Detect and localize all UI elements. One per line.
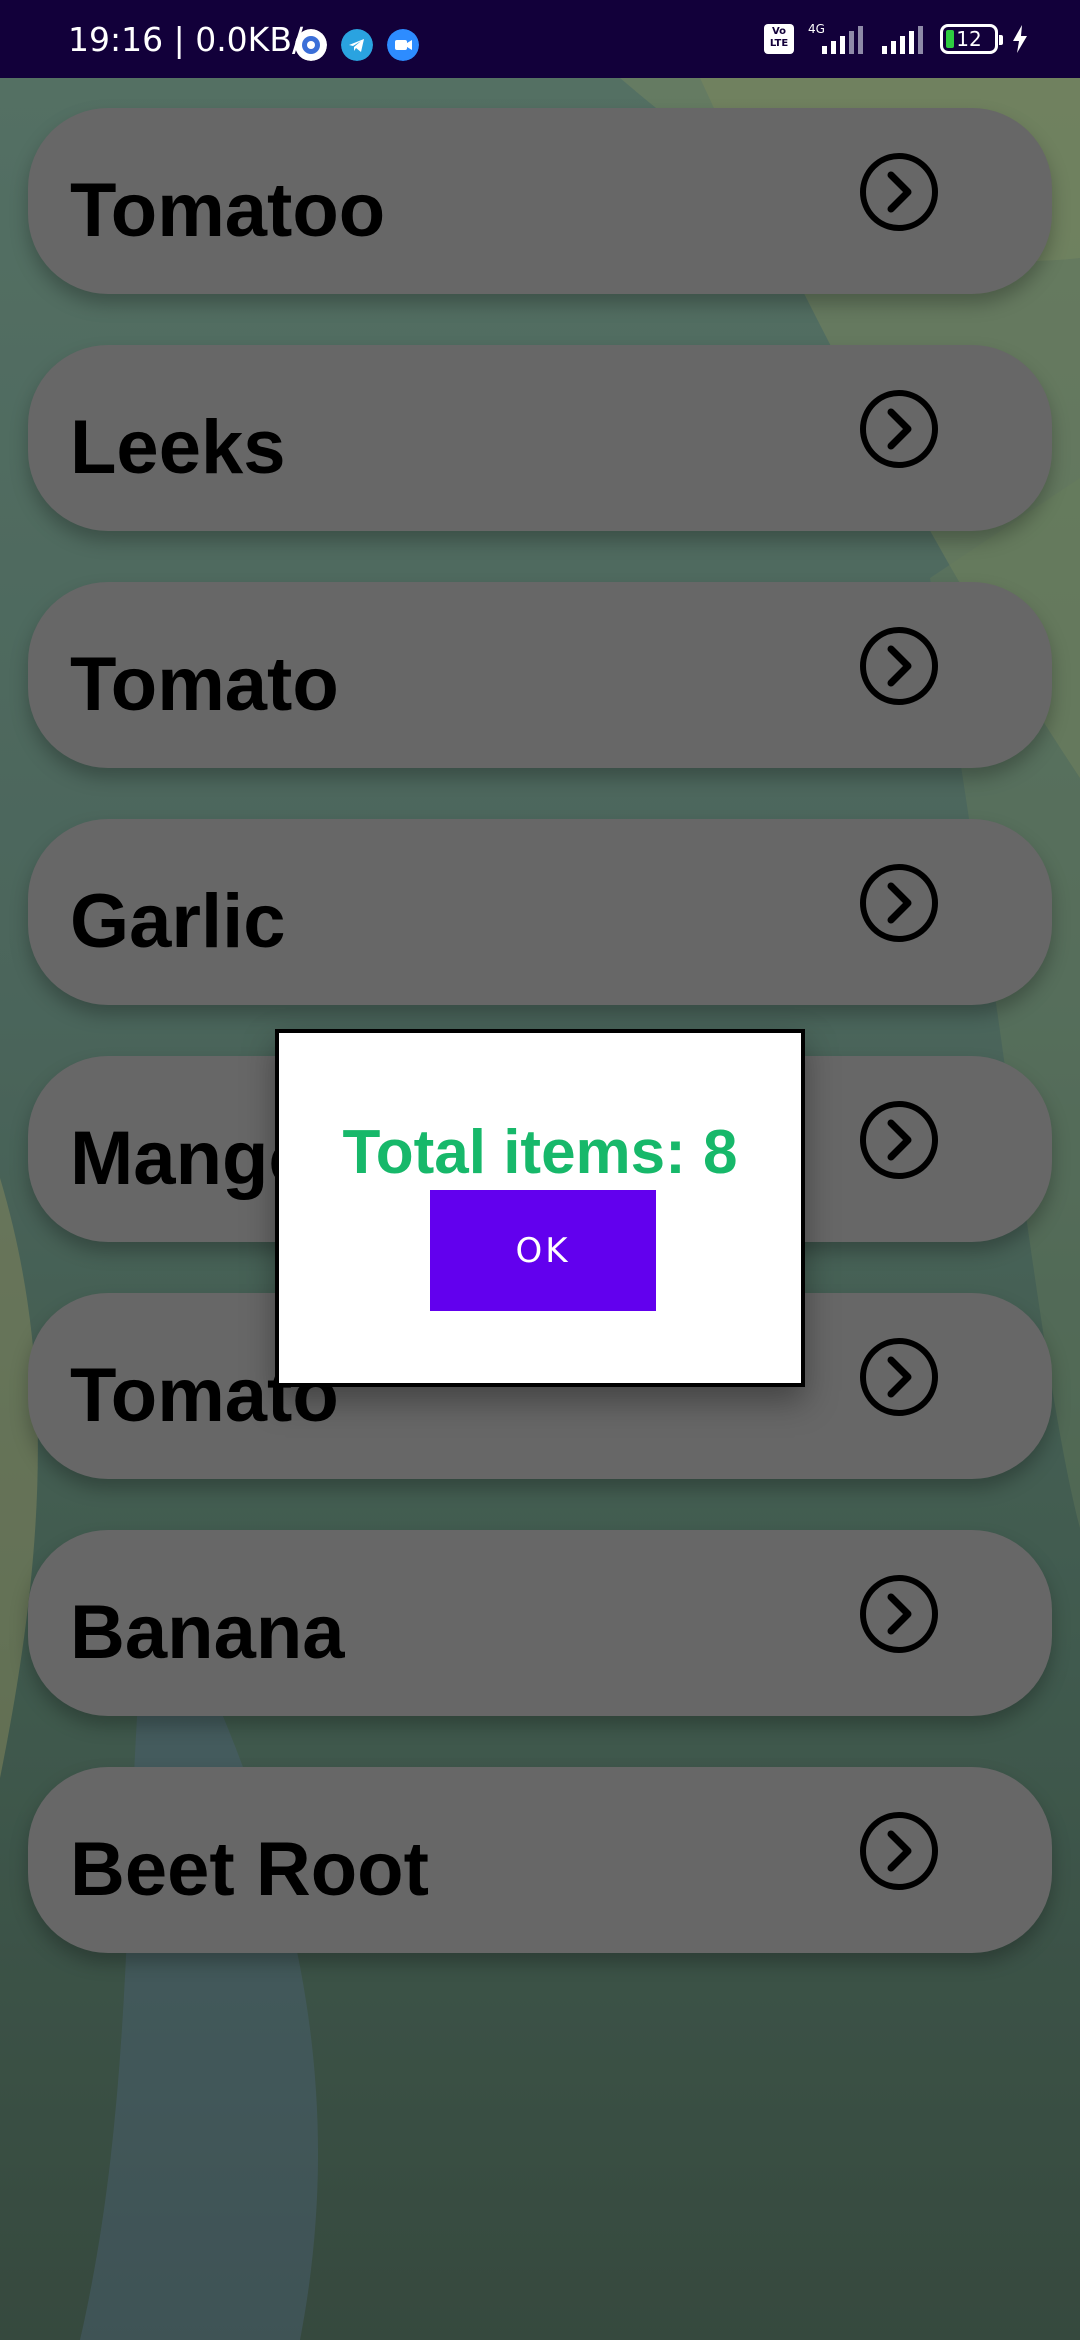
list-item-label: Garlic — [70, 879, 286, 964]
status-bar: 19:16 | 0.0KB/s Vo LTE 4G 12 — [0, 0, 1080, 78]
chevron-right-circle-icon[interactable] — [858, 388, 940, 470]
charging-icon — [1013, 25, 1027, 53]
list-item-label: Tomato — [70, 642, 339, 727]
chevron-right-circle-icon[interactable] — [858, 1099, 940, 1181]
chevron-right-circle-icon[interactable] — [858, 625, 940, 707]
list-item-label: Tomatoo — [70, 168, 386, 253]
chevron-right-circle-icon[interactable] — [858, 862, 940, 944]
signal-4g-icon: 4G — [808, 22, 863, 54]
list-item[interactable]: Garlic — [28, 819, 1052, 1005]
telegram-icon — [341, 29, 373, 61]
list-item[interactable]: Tomatoo — [28, 108, 1052, 294]
list-item[interactable]: Banana — [28, 1530, 1052, 1716]
ok-button[interactable]: OK — [430, 1190, 656, 1311]
chevron-right-circle-icon[interactable] — [858, 1810, 940, 1892]
volte-icon: Vo LTE — [764, 24, 794, 54]
list-item[interactable]: Beet Root — [28, 1767, 1052, 1953]
list-item[interactable]: Leeks — [28, 345, 1052, 531]
signal-icon — [882, 26, 923, 54]
network-label: 4G — [808, 22, 825, 36]
notification-icons — [295, 29, 419, 61]
settings-app-icon — [295, 29, 327, 61]
status-time: 19:16 | 0.0KB/s — [68, 20, 321, 59]
list-item-label: Banana — [70, 1590, 345, 1675]
system-status-icons: Vo LTE 4G 12 — [764, 22, 1030, 56]
chevron-right-circle-icon[interactable] — [858, 1573, 940, 1655]
list-item[interactable]: Tomato — [28, 582, 1052, 768]
chevron-right-circle-icon[interactable] — [858, 151, 940, 233]
dialog-title: Total items: 8 — [342, 1118, 738, 1187]
list-item-label: Leeks — [70, 405, 286, 490]
video-call-icon — [387, 29, 419, 61]
chevron-right-circle-icon[interactable] — [858, 1336, 940, 1418]
total-items-dialog: Total items: 8 OK — [275, 1029, 805, 1387]
battery-icon: 12 — [940, 24, 1003, 54]
list-item-label: Beet Root — [70, 1827, 429, 1912]
